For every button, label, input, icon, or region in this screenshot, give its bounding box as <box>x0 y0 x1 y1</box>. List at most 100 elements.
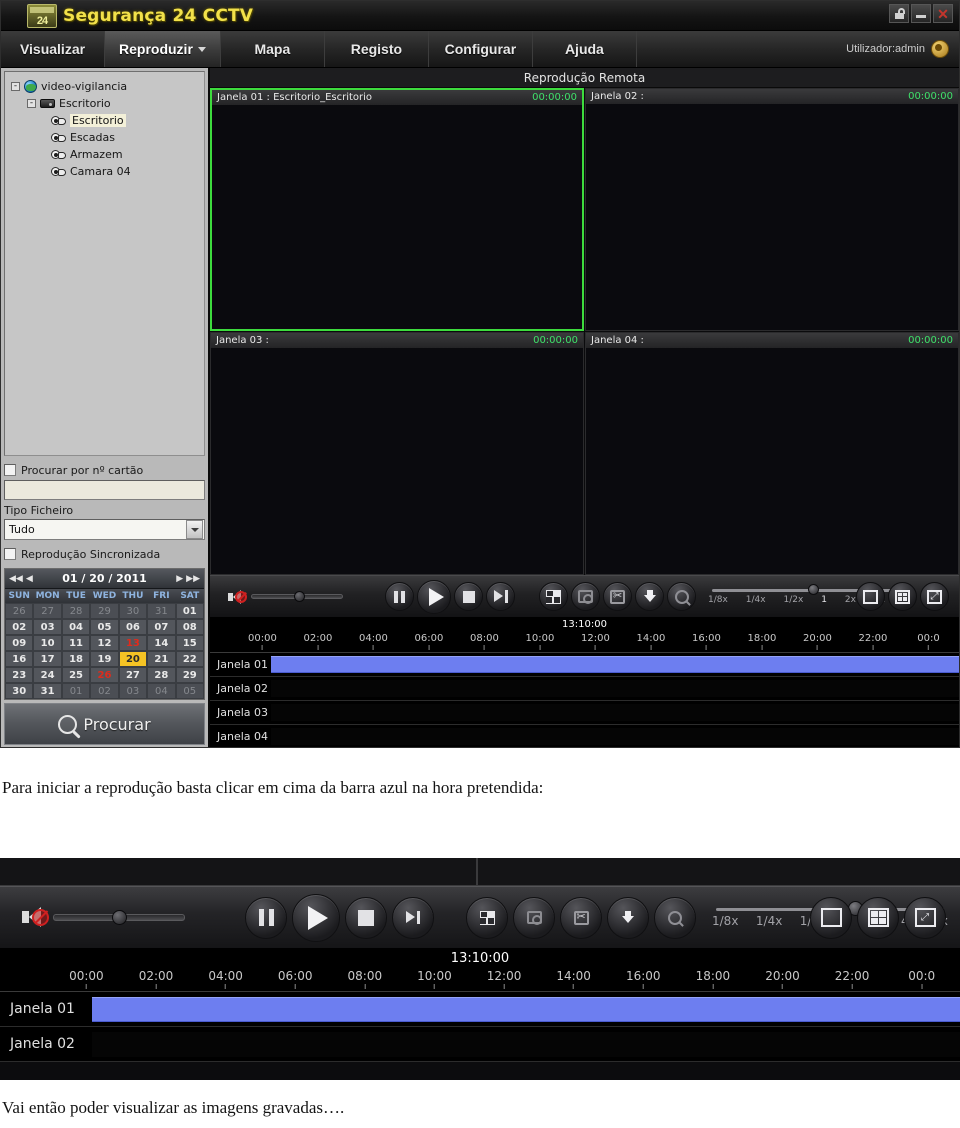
volume-control[interactable] <box>228 589 343 604</box>
volume-slider[interactable] <box>53 910 185 925</box>
calendar-day[interactable]: 02 <box>90 683 119 699</box>
layout-quad-button[interactable] <box>888 582 917 611</box>
calendar-day[interactable]: 15 <box>175 635 204 651</box>
calendar-day[interactable]: 28 <box>147 667 176 683</box>
file-type-select[interactable]: Tudo <box>4 519 205 540</box>
speed-mark[interactable]: 1/8x <box>712 914 738 928</box>
nav-item-reproduzir[interactable]: Reproduzir <box>105 31 221 67</box>
calendar-day[interactable]: 18 <box>61 651 91 667</box>
timeline-row[interactable]: Janela 02 <box>0 1027 960 1062</box>
calendar-day[interactable]: 25 <box>61 667 91 683</box>
speed-mark[interactable]: 1/2x <box>784 595 804 605</box>
volume-slider-handle[interactable] <box>112 910 127 925</box>
calendar-day-selected[interactable]: 20 <box>118 651 148 667</box>
pause-button[interactable] <box>245 896 287 939</box>
speed-mark[interactable]: 1/8x <box>708 595 728 605</box>
video-window-1[interactable]: Janela 01 : Escritorio_Escritorio 00:00:… <box>210 88 584 331</box>
snapshot-button[interactable] <box>466 896 508 939</box>
calendar-day[interactable]: 31 <box>147 603 176 619</box>
timeline-track[interactable] <box>271 656 959 673</box>
calendar-day[interactable]: 03 <box>118 683 148 699</box>
layout-single-button[interactable] <box>856 582 885 611</box>
calendar-day[interactable]: 29 <box>90 603 119 619</box>
calendar-day[interactable]: 01 <box>61 683 91 699</box>
calendar-day[interactable]: 26 <box>5 603 34 619</box>
calendar-day[interactable]: 21 <box>147 651 176 667</box>
video-surface[interactable] <box>211 348 583 574</box>
date-picker[interactable]: ◀◀ ◀ 01 / 20 / 2011 ▶ ▶▶ SUN MON TUE WED… <box>4 568 205 700</box>
timeline-track[interactable] <box>271 680 959 697</box>
video-window-2[interactable]: Janela 02 : 00:00:00 <box>585 88 959 331</box>
video-surface[interactable] <box>586 348 958 574</box>
layout-fullscreen-button[interactable]: ⤢ <box>904 896 946 939</box>
download-button[interactable] <box>635 582 664 611</box>
timeline-ruler[interactable]: 13:10:00 00:00 02:00 04:00 06:00 08:00 10:00 1… <box>210 617 959 653</box>
nav-item-visualizar[interactable]: Visualizar <box>1 31 105 67</box>
calendar-day[interactable]: 01 <box>175 603 204 619</box>
tree-node-camera-04[interactable]: Camara 04 <box>9 163 200 180</box>
search-button[interactable]: Procurar <box>4 703 205 745</box>
prev-month-icon[interactable]: ◀ <box>26 574 33 584</box>
timeline-row[interactable]: Janela 04 <box>210 725 959 747</box>
calendar-day[interactable]: 09 <box>5 635 34 651</box>
layout-fullscreen-button[interactable]: ⤢ <box>920 582 949 611</box>
calendar-day[interactable]: 22 <box>175 651 204 667</box>
calendar-day[interactable]: 12 <box>90 635 119 651</box>
play-button[interactable] <box>417 579 451 614</box>
stop-button[interactable] <box>454 582 483 611</box>
timeline-row[interactable]: Janela 01 <box>210 653 959 677</box>
card-number-input[interactable] <box>4 480 205 500</box>
calendar-day[interactable]: 10 <box>33 635 62 651</box>
timeline-row[interactable]: Janela 01 <box>0 992 960 1027</box>
stop-button[interactable] <box>345 896 387 939</box>
speed-slider-handle[interactable] <box>808 583 819 595</box>
timeline-track[interactable] <box>92 1031 960 1057</box>
nav-item-registo[interactable]: Registo <box>325 31 429 67</box>
tree-node-camera-escritorio[interactable]: Escritorio <box>9 112 200 129</box>
volume-slider-handle[interactable] <box>294 591 305 602</box>
snapshot-button[interactable] <box>539 582 568 611</box>
volume-slider[interactable] <box>251 591 343 602</box>
calendar-day[interactable]: 23 <box>5 667 34 683</box>
calendar-day[interactable]: 19 <box>90 651 119 667</box>
current-user[interactable]: Utilizador:admin <box>846 31 959 67</box>
calendar-day[interactable]: 27 <box>118 667 148 683</box>
digital-zoom-button[interactable] <box>654 896 696 939</box>
chevron-down-icon[interactable] <box>186 520 203 539</box>
calendar-day[interactable]: 06 <box>118 619 148 635</box>
calendar-day[interactable]: 04 <box>61 619 91 635</box>
timeline-row[interactable]: Janela 02 <box>210 677 959 701</box>
calendar-day[interactable]: 29 <box>175 667 204 683</box>
sync-playback-checkbox-row[interactable]: Reprodução Sincronizada <box>4 544 205 564</box>
layout-single-button[interactable] <box>810 896 852 939</box>
card-search-checkbox-row[interactable]: Procurar por nº cartão <box>4 460 205 480</box>
calendar-day[interactable]: 26 <box>90 667 119 683</box>
calendar-day[interactable]: 03 <box>33 619 62 635</box>
zoomed-volume-control[interactable] <box>22 907 185 928</box>
record-button[interactable] <box>513 896 555 939</box>
video-surface[interactable] <box>586 104 958 330</box>
calendar-day[interactable]: 11 <box>61 635 91 651</box>
video-window-3[interactable]: Janela 03 : 00:00:00 <box>210 332 584 575</box>
speed-mark[interactable]: 1/4x <box>756 914 782 928</box>
calendar-next-nav[interactable]: ▶ ▶▶ <box>176 574 200 584</box>
expander-icon[interactable]: - <box>11 82 20 91</box>
calendar-day[interactable]: 16 <box>5 651 34 667</box>
calendar-day[interactable]: 02 <box>5 619 34 635</box>
timeline-row[interactable]: Janela 03 <box>210 701 959 725</box>
layout-quad-button[interactable] <box>857 896 899 939</box>
play-button[interactable] <box>292 893 340 942</box>
calendar-day[interactable]: 04 <box>147 683 176 699</box>
speed-mark[interactable]: 1 <box>821 595 827 605</box>
speaker-mute-icon[interactable] <box>228 589 247 604</box>
card-search-checkbox[interactable] <box>4 464 16 476</box>
calendar-day[interactable]: 07 <box>147 619 176 635</box>
speed-mark[interactable]: 2x <box>845 595 856 605</box>
recording-bar[interactable] <box>271 656 959 673</box>
close-button[interactable]: ✕ <box>933 4 953 23</box>
calendar-day[interactable]: 05 <box>175 683 204 699</box>
sync-playback-checkbox[interactable] <box>4 548 16 560</box>
video-surface[interactable] <box>212 105 582 329</box>
speed-mark[interactable]: 1/4x <box>746 595 766 605</box>
timeline-track[interactable] <box>271 728 959 745</box>
